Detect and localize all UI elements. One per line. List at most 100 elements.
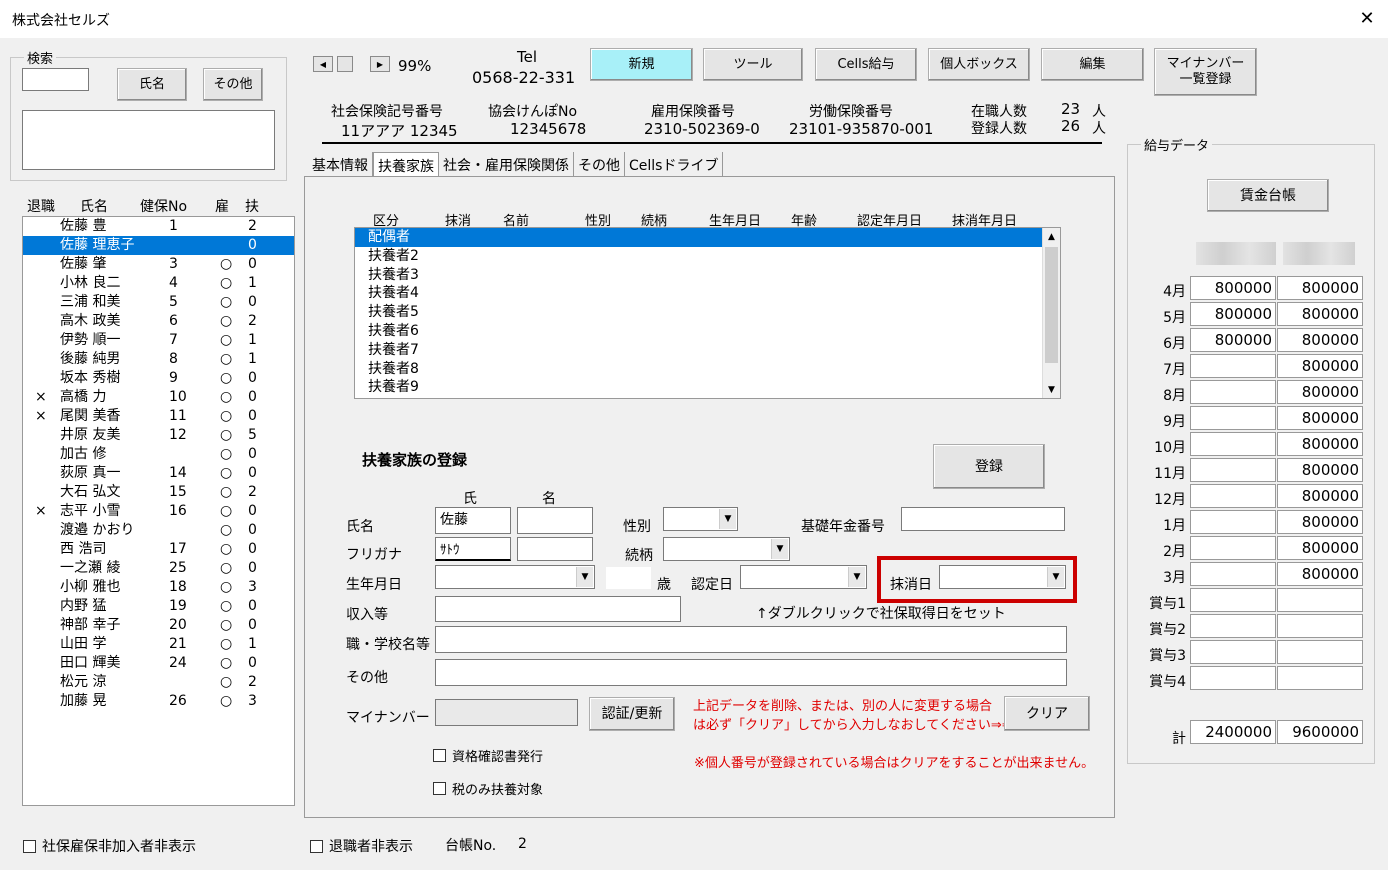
- tax-only-checkbox[interactable]: [433, 782, 446, 795]
- tab-insurance[interactable]: 社会・雇用保険関係: [439, 152, 574, 177]
- search-other-button[interactable]: その他: [203, 68, 263, 101]
- wage-ledger-button[interactable]: 賃金台帳: [1207, 179, 1329, 212]
- salary-value-b[interactable]: [1277, 666, 1363, 690]
- dependent-item[interactable]: 扶養者7: [355, 341, 1060, 360]
- employee-row[interactable]: 高木 政美 6 ○ 2: [23, 312, 294, 331]
- employee-row[interactable]: × 志平 小雪 16 ○ 0: [23, 502, 294, 521]
- employee-row[interactable]: 内野 猛 19 ○ 0: [23, 597, 294, 616]
- cert-issue-checkbox[interactable]: [433, 749, 446, 762]
- dependents-list[interactable]: 配偶者 扶養者2 扶養者3 扶養者4 扶養者5 扶養者6 扶養者7 扶養者8 扶養者9 ▲ ▼: [354, 227, 1061, 399]
- salary-value-a[interactable]: [1190, 666, 1276, 690]
- salary-value-b[interactable]: 800000: [1277, 354, 1363, 378]
- employee-row[interactable]: 加古 修 ○ 0: [23, 445, 294, 464]
- employee-row[interactable]: 小柳 雅也 18 ○ 3: [23, 578, 294, 597]
- employee-row[interactable]: 山田 学 21 ○ 1: [23, 635, 294, 654]
- dependent-item[interactable]: 扶養者6: [355, 322, 1060, 341]
- employee-row[interactable]: 三浦 和美 5 ○ 0: [23, 293, 294, 312]
- salary-value-a[interactable]: 800000: [1190, 328, 1276, 352]
- employee-list[interactable]: 佐藤 豊 1 2 佐藤 理恵子 0 佐藤 肇 3 ○ 0 小林 良二 4 ○ 1 三浦 和美 5 ○ 0 高木 政…: [22, 216, 295, 806]
- employee-row[interactable]: × 尾関 美香 11 ○ 0: [23, 407, 294, 426]
- salary-value-a[interactable]: [1190, 614, 1276, 638]
- search-result-box[interactable]: [22, 110, 275, 170]
- salary-value-b[interactable]: 800000: [1277, 276, 1363, 300]
- dependent-item[interactable]: 扶養者2: [355, 247, 1060, 266]
- hide-uninsured-row[interactable]: 社保雇保非加入者非表示: [23, 836, 196, 856]
- close-icon[interactable]: ✕: [1352, 4, 1382, 34]
- zoom-right-icon[interactable]: ▶: [370, 56, 390, 72]
- cert-issue-checkbox-row[interactable]: 資格確認書発行: [433, 746, 543, 765]
- hide-retired-row[interactable]: 退職者非表示: [310, 836, 413, 856]
- salary-value-b[interactable]: 800000: [1277, 562, 1363, 586]
- scroll-up-icon[interactable]: ▲: [1043, 228, 1060, 245]
- search-name-button[interactable]: 氏名: [117, 68, 187, 101]
- cells-pay-button[interactable]: Cells給与: [815, 48, 917, 81]
- dependent-item[interactable]: 扶養者3: [355, 266, 1060, 285]
- tax-only-checkbox-row[interactable]: 税のみ扶養対象: [433, 779, 543, 798]
- salary-value-b[interactable]: [1277, 588, 1363, 612]
- salary-value-a[interactable]: [1190, 640, 1276, 664]
- zoom-left-icon[interactable]: ◀: [313, 56, 333, 72]
- mynumber-list-button[interactable]: マイナンバー 一覧登録: [1154, 48, 1257, 96]
- kana-given-input[interactable]: [517, 537, 593, 561]
- salary-value-a[interactable]: [1190, 432, 1276, 456]
- employee-row[interactable]: 加藤 晃 26 ○ 3: [23, 692, 294, 711]
- salary-value-a[interactable]: [1190, 484, 1276, 508]
- salary-value-a[interactable]: 800000: [1190, 276, 1276, 300]
- tool-button[interactable]: ツール: [703, 48, 803, 81]
- tab-cells-drive[interactable]: Cellsドライブ: [625, 152, 724, 177]
- salary-value-b[interactable]: 800000: [1277, 302, 1363, 326]
- dependent-item[interactable]: 配偶者: [355, 228, 1060, 247]
- employee-row[interactable]: 佐藤 理恵子 0: [23, 236, 294, 255]
- dependents-scrollbar[interactable]: ▲ ▼: [1042, 228, 1060, 398]
- employee-row[interactable]: 佐藤 肇 3 ○ 0: [23, 255, 294, 274]
- employee-row[interactable]: × 高橋 力 10 ○ 0: [23, 388, 294, 407]
- salary-value-a[interactable]: [1190, 562, 1276, 586]
- tab-dependents[interactable]: 扶養家族: [373, 152, 439, 177]
- salary-value-a[interactable]: [1190, 380, 1276, 404]
- dependent-item[interactable]: 扶養者8: [355, 360, 1060, 379]
- employee-row[interactable]: 神部 幸子 20 ○ 0: [23, 616, 294, 635]
- given-name-input[interactable]: [517, 507, 593, 534]
- birth-select[interactable]: ▼: [435, 565, 595, 589]
- salary-value-b[interactable]: 800000: [1277, 484, 1363, 508]
- cert-date-select[interactable]: ▼: [740, 565, 867, 589]
- salary-value-a[interactable]: [1190, 536, 1276, 560]
- salary-value-a[interactable]: [1190, 406, 1276, 430]
- salary-value-b[interactable]: [1277, 640, 1363, 664]
- salary-value-a[interactable]: [1190, 588, 1276, 612]
- employee-row[interactable]: 後藤 純男 8 ○ 1: [23, 350, 294, 369]
- salary-value-b[interactable]: 800000: [1277, 536, 1363, 560]
- school-input[interactable]: [435, 626, 1067, 653]
- salary-value-a[interactable]: [1190, 510, 1276, 534]
- employee-row[interactable]: 田口 輝美 24 ○ 0: [23, 654, 294, 673]
- employee-row[interactable]: 一之瀬 綾 25 ○ 0: [23, 559, 294, 578]
- salary-value-b[interactable]: 800000: [1277, 328, 1363, 352]
- hide-retired-checkbox[interactable]: [310, 839, 323, 853]
- tab-other[interactable]: その他: [574, 152, 625, 177]
- dependent-item[interactable]: 扶養者9: [355, 378, 1060, 397]
- salary-value-b[interactable]: 800000: [1277, 458, 1363, 482]
- chevron-down-icon[interactable]: ▼: [576, 567, 593, 587]
- employee-row[interactable]: 坂本 秀樹 9 ○ 0: [23, 369, 294, 388]
- other-input[interactable]: [435, 659, 1067, 686]
- kana-surname-input[interactable]: ｻﾄｳ: [435, 537, 511, 561]
- chevron-down-icon[interactable]: ▼: [771, 539, 788, 559]
- employee-row[interactable]: 松元 涼 ○ 2: [23, 673, 294, 692]
- hide-uninsured-checkbox[interactable]: [23, 839, 36, 853]
- employee-row[interactable]: 大石 弘文 15 ○ 2: [23, 483, 294, 502]
- salary-value-a[interactable]: [1190, 458, 1276, 482]
- employee-row[interactable]: 西 浩司 17 ○ 0: [23, 540, 294, 559]
- auth-update-button[interactable]: 認証/更新: [589, 697, 675, 731]
- clear-button[interactable]: クリア: [1004, 696, 1090, 731]
- salary-value-b[interactable]: 800000: [1277, 510, 1363, 534]
- personal-box-button[interactable]: 個人ボックス: [928, 48, 1030, 81]
- edit-button[interactable]: 編集: [1041, 48, 1144, 81]
- salary-value-b[interactable]: 800000: [1277, 432, 1363, 456]
- employee-row[interactable]: 渡邉 かおり ○ 0: [23, 521, 294, 540]
- pension-input[interactable]: [901, 507, 1065, 531]
- salary-value-b[interactable]: 800000: [1277, 380, 1363, 404]
- surname-input[interactable]: 佐藤: [435, 507, 511, 534]
- scroll-thumb[interactable]: [1045, 247, 1058, 363]
- scroll-down-icon[interactable]: ▼: [1043, 381, 1060, 398]
- income-input[interactable]: [435, 596, 681, 622]
